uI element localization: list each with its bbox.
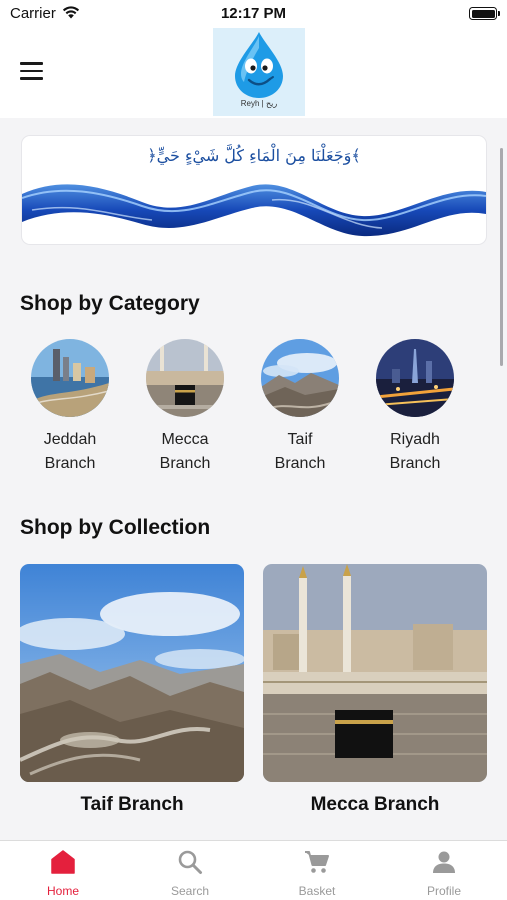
- tab-search-label: Search: [170, 884, 210, 898]
- collection-label-mecca: Mecca Branch: [310, 794, 440, 815]
- scrollbar[interactable]: [500, 148, 503, 366]
- water-splash-image: [22, 184, 486, 237]
- bottom-tab-bar: Home Search Basket Profile: [0, 840, 507, 900]
- category-riyadh[interactable]: Riyadh Branch: [360, 339, 470, 476]
- category-jeddah[interactable]: Jeddah Branch: [15, 339, 125, 476]
- tab-home[interactable]: Home: [0, 841, 126, 900]
- home-content[interactable]: ﴿وَجَعَلْنَا مِنَ الْمَاءِ كُلَّ شَيْءٍ …: [0, 118, 507, 840]
- tab-home-label: Home: [46, 884, 79, 898]
- category-subtitle: Branch: [44, 455, 96, 472]
- battery-icon: [469, 7, 500, 20]
- category-label-jeddah: Jeddah Branch: [15, 428, 125, 476]
- mecca-thumbnail: [146, 339, 224, 417]
- jeddah-thumbnail: [31, 339, 109, 417]
- category-section-title: Shop by Category: [20, 292, 200, 315]
- cart-icon: [305, 851, 329, 873]
- logo-text: Reyh | ريح: [240, 99, 278, 108]
- category-subtitle: Branch: [159, 455, 211, 472]
- status-time: 12:17 PM: [220, 5, 287, 22]
- collection-label-taif: Taif Branch: [80, 794, 184, 815]
- menu-button[interactable]: [20, 58, 50, 84]
- collection-card-taif[interactable]: [20, 564, 244, 782]
- tab-profile-label: Profile: [426, 884, 461, 898]
- collection-section-title: Shop by Collection: [20, 516, 211, 539]
- mecca-collection-image: [263, 564, 487, 782]
- category-subtitle: Branch: [389, 455, 441, 472]
- category-name: Jeddah: [43, 431, 97, 448]
- category-name: Taif: [287, 431, 313, 448]
- home-icon: [51, 850, 75, 874]
- tab-basket[interactable]: Basket: [254, 841, 380, 900]
- category-label-taif: Taif Branch: [245, 428, 355, 476]
- app-logo[interactable]: Reyh | ريح: [213, 28, 305, 116]
- hamburger-icon-line: [20, 62, 43, 65]
- riyadh-thumbnail: [376, 339, 454, 417]
- category-subtitle: Branch: [274, 455, 326, 472]
- category-label-riyadh: Riyadh Branch: [360, 428, 470, 476]
- water-drop-logo-icon: [235, 32, 283, 98]
- hamburger-icon-line: [20, 69, 43, 73]
- category-taif[interactable]: Taif Branch: [245, 339, 355, 476]
- collection-card-mecca[interactable]: [263, 564, 487, 782]
- tab-search[interactable]: Search: [127, 841, 253, 900]
- category-mecca[interactable]: Mecca Branch: [130, 339, 240, 476]
- taif-thumbnail: [261, 339, 339, 417]
- water-banner[interactable]: ﴿وَجَعَلْنَا مِنَ الْمَاءِ كُلَّ شَيْءٍ …: [22, 136, 486, 244]
- person-icon: [433, 851, 455, 873]
- category-name: Mecca: [161, 431, 209, 448]
- app-header: Reyh | ريح: [0, 28, 507, 118]
- tab-basket-label: Basket: [298, 884, 336, 898]
- hamburger-icon-line: [20, 77, 43, 80]
- search-icon: [178, 850, 202, 874]
- taif-collection-image: [20, 564, 244, 782]
- tab-profile[interactable]: Profile: [381, 841, 507, 900]
- status-bar: Carrier 12:17 PM: [0, 0, 507, 28]
- category-name: Riyadh: [390, 431, 440, 448]
- category-label-mecca: Mecca Branch: [130, 428, 240, 476]
